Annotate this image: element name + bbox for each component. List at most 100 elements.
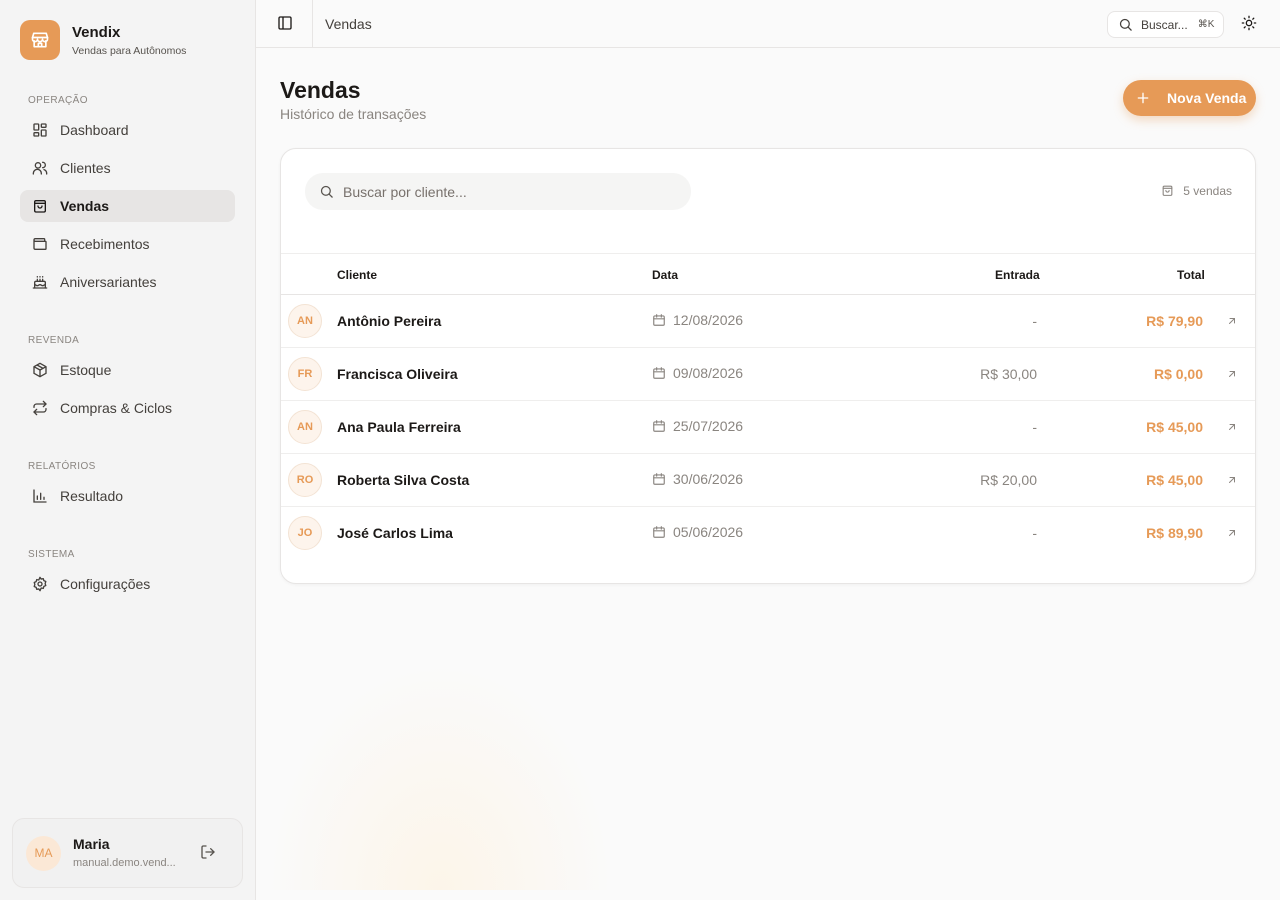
client-search[interactable] bbox=[305, 173, 691, 210]
sidebar-item-clientes[interactable]: Clientes bbox=[20, 152, 235, 184]
calendar-icon bbox=[652, 472, 666, 486]
arrow-up-right-icon[interactable] bbox=[1226, 368, 1240, 382]
cake-icon bbox=[32, 274, 48, 290]
sidebar-item-label: Aniversariantes bbox=[60, 274, 157, 290]
arrow-up-right-icon[interactable] bbox=[1226, 527, 1240, 541]
new-sale-button[interactable]: Nova Venda bbox=[1123, 80, 1256, 116]
sidebar-item-label: Dashboard bbox=[60, 122, 129, 138]
global-search-button[interactable]: Buscar... ⌘K bbox=[1107, 11, 1224, 38]
bar-chart-icon bbox=[32, 488, 48, 504]
logout-icon[interactable] bbox=[200, 844, 218, 862]
sidebar-item-resultado[interactable]: Resultado bbox=[20, 480, 235, 512]
calendar-icon bbox=[652, 313, 666, 327]
sidebar-item-configuracoes[interactable]: Configurações bbox=[20, 568, 235, 600]
calendar-icon bbox=[652, 366, 666, 380]
global-search-label: Buscar... bbox=[1141, 17, 1188, 32]
table-row[interactable]: FR Francisca Oliveira 09/08/2026 R$ 30,0… bbox=[281, 348, 1255, 401]
avatar: JO bbox=[288, 516, 322, 550]
shopping-bag-icon bbox=[1161, 184, 1175, 198]
sun-icon[interactable] bbox=[1241, 15, 1259, 33]
search-icon bbox=[319, 184, 334, 199]
sale-date-value: 09/08/2026 bbox=[673, 365, 744, 381]
search-input[interactable] bbox=[343, 183, 673, 200]
app-tagline: Vendas para Autônomos bbox=[72, 44, 187, 57]
avatar: MA bbox=[26, 835, 61, 871]
nav-heading: REVENDA bbox=[28, 335, 80, 346]
user-email: manual.demo.vend... bbox=[73, 857, 176, 869]
entrada-value: R$ 20,00 bbox=[980, 472, 1037, 488]
plus-icon bbox=[1135, 90, 1151, 106]
user-name: Maria bbox=[73, 836, 110, 852]
avatar: AN bbox=[288, 410, 322, 444]
users-icon bbox=[32, 160, 48, 176]
nav-heading: OPERAÇÃO bbox=[28, 95, 88, 106]
calendar-icon bbox=[652, 525, 666, 539]
sidebar-toggle-icon[interactable] bbox=[277, 15, 295, 33]
client-name: Antônio Pereira bbox=[337, 313, 442, 329]
sidebar-item-vendas[interactable]: Vendas bbox=[20, 190, 235, 222]
nav-section-operacao: OPERAÇÃO Dashboard Clientes Vendas Receb… bbox=[20, 94, 235, 298]
nav-section-revenda: REVENDA Estoque Compras & Ciclos bbox=[20, 334, 235, 424]
entrada-value: - bbox=[1032, 525, 1037, 541]
avatar: RO bbox=[288, 463, 322, 497]
wallet-icon bbox=[32, 236, 48, 252]
calendar-icon bbox=[652, 419, 666, 433]
total-value: R$ 79,90 bbox=[1146, 313, 1203, 329]
entrada-value: - bbox=[1032, 313, 1037, 329]
nav-heading: SISTEMA bbox=[28, 549, 75, 560]
sidebar-item-label: Clientes bbox=[60, 160, 111, 176]
brand[interactable]: Vendix Vendas para Autônomos bbox=[20, 20, 186, 60]
sales-card: 5 vendas Cliente Data Entrada Total AN A… bbox=[280, 148, 1256, 584]
entrada-value: R$ 30,00 bbox=[980, 366, 1037, 382]
sale-date-value: 25/07/2026 bbox=[673, 418, 744, 434]
column-header-cliente[interactable]: Cliente bbox=[337, 268, 377, 282]
sidebar-item-label: Resultado bbox=[60, 488, 124, 504]
user-card[interactable]: MA Maria manual.demo.vend... bbox=[12, 818, 243, 888]
new-sale-label: Nova Venda bbox=[1167, 90, 1247, 106]
nav-section-relatorios: RELATÓRIOS Resultado bbox=[20, 460, 235, 512]
repeat-icon bbox=[32, 400, 48, 416]
total-value: R$ 0,00 bbox=[1153, 366, 1203, 382]
topbar-divider bbox=[312, 0, 313, 47]
client-name: Ana Paula Ferreira bbox=[337, 419, 461, 435]
sale-date: 25/07/2026 bbox=[652, 418, 743, 434]
table-row[interactable]: AN Antônio Pereira 12/08/2026 - R$ 79,90 bbox=[281, 295, 1255, 348]
search-icon bbox=[1118, 17, 1133, 32]
column-header-entrada[interactable]: Entrada bbox=[995, 268, 1040, 282]
nav-section-sistema: SISTEMA Configurações bbox=[20, 548, 235, 600]
page-subtitle: Histórico de transações bbox=[280, 106, 427, 122]
client-name: José Carlos Lima bbox=[337, 525, 453, 541]
client-name: Francisca Oliveira bbox=[337, 366, 458, 382]
column-header-data[interactable]: Data bbox=[652, 268, 678, 282]
grid-icon bbox=[32, 122, 48, 138]
nav-heading: RELATÓRIOS bbox=[28, 461, 96, 472]
sale-date-value: 12/08/2026 bbox=[673, 312, 744, 328]
sidebar-item-recebimentos[interactable]: Recebimentos bbox=[20, 228, 235, 260]
table-row[interactable]: AN Ana Paula Ferreira 25/07/2026 - R$ 45… bbox=[281, 401, 1255, 454]
total-value: R$ 89,90 bbox=[1146, 525, 1203, 541]
sale-date: 05/06/2026 bbox=[652, 524, 743, 540]
sale-date: 30/06/2026 bbox=[652, 471, 743, 487]
sidebar-item-label: Vendas bbox=[60, 198, 110, 214]
sale-date: 12/08/2026 bbox=[652, 312, 743, 328]
avatar: AN bbox=[288, 304, 322, 338]
sales-count-label: 5 vendas bbox=[1183, 184, 1232, 198]
sidebar-item-compras-ciclos[interactable]: Compras & Ciclos bbox=[20, 392, 235, 424]
arrow-up-right-icon[interactable] bbox=[1226, 421, 1240, 435]
sidebar-item-dashboard[interactable]: Dashboard bbox=[20, 114, 235, 146]
arrow-up-right-icon[interactable] bbox=[1226, 315, 1240, 329]
gear-icon bbox=[32, 576, 48, 592]
store-icon bbox=[20, 20, 60, 60]
total-value: R$ 45,00 bbox=[1146, 419, 1203, 435]
sales-count: 5 vendas bbox=[1161, 184, 1232, 198]
breadcrumb: Vendas bbox=[325, 16, 372, 32]
client-name: Roberta Silva Costa bbox=[337, 472, 470, 488]
sidebar-item-estoque[interactable]: Estoque bbox=[20, 354, 235, 386]
table-row[interactable]: JO José Carlos Lima 05/06/2026 - R$ 89,9… bbox=[281, 507, 1255, 560]
sale-date-value: 30/06/2026 bbox=[673, 471, 744, 487]
column-header-total[interactable]: Total bbox=[1177, 268, 1205, 282]
table-row[interactable]: RO Roberta Silva Costa 30/06/2026 R$ 20,… bbox=[281, 454, 1255, 507]
arrow-up-right-icon[interactable] bbox=[1226, 474, 1240, 488]
box-icon bbox=[32, 362, 48, 378]
sidebar-item-aniversariantes[interactable]: Aniversariantes bbox=[20, 266, 235, 298]
